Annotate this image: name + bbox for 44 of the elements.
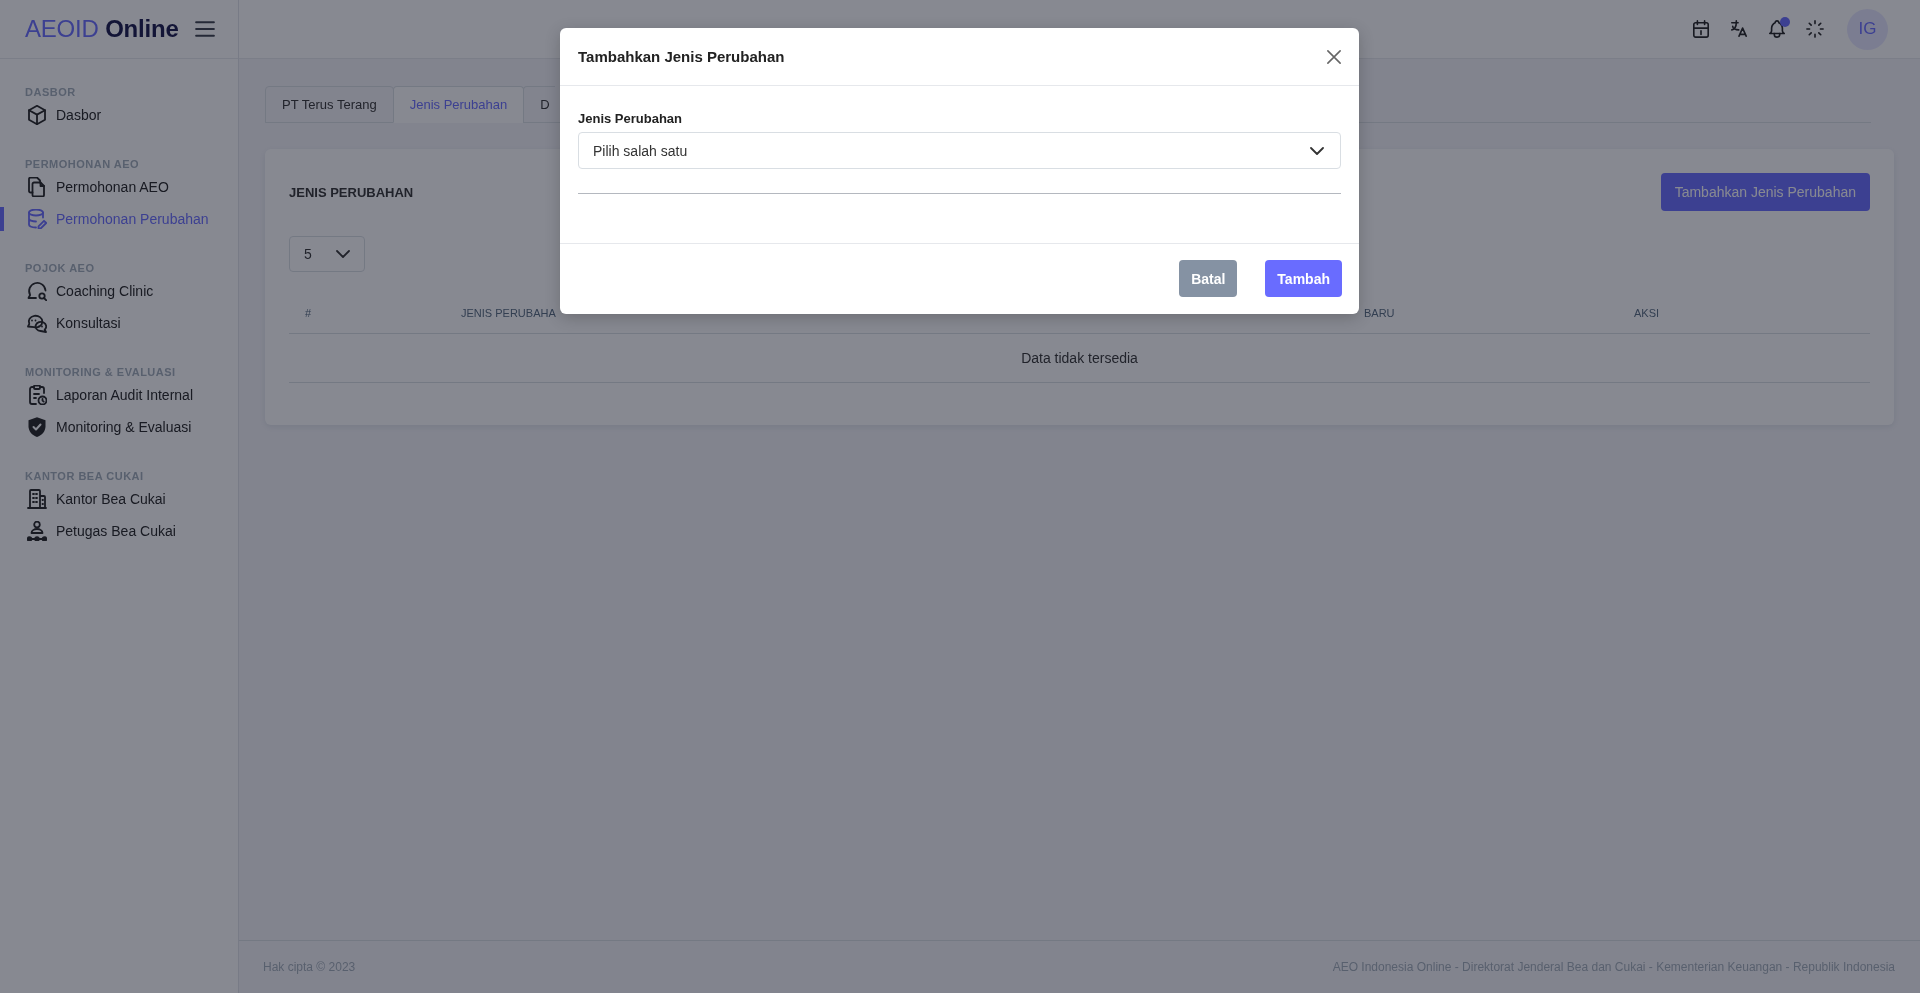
close-icon[interactable] <box>1327 49 1341 64</box>
page-size-select[interactable]: 5 <box>289 236 365 272</box>
menu-link[interactable]: Monitoring & Evaluasi <box>56 417 192 437</box>
menu-link[interactable]: Konsultasi <box>56 313 121 333</box>
menu-icon[interactable] <box>195 21 215 37</box>
add-button[interactable]: Tambahkan Jenis Perubahan <box>1660 173 1870 211</box>
menu-link[interactable]: Permohonan Perubahan <box>56 209 209 229</box>
menu-link[interactable]: Dasbor <box>56 105 102 125</box>
menu-link[interactable]: Laporan Audit Internal <box>56 385 193 405</box>
menu-link[interactable]: Permohonan AEO <box>56 177 169 197</box>
tab[interactable]: D <box>523 86 555 123</box>
translate-icon[interactable] <box>1730 20 1748 38</box>
chevron-down-icon <box>1310 146 1324 155</box>
shield-check-icon <box>27 417 47 437</box>
column-header: # <box>305 306 312 319</box>
menu-link[interactable]: Kantor Bea Cukai <box>56 489 166 509</box>
column-header: JENIS PERUBAHA <box>461 306 556 319</box>
menu-link[interactable]: Coaching Clinic <box>56 281 154 301</box>
database-edit-icon <box>27 209 47 229</box>
field-label: Jenis Perubahan <box>578 110 684 128</box>
chat-bubbles-icon <box>27 313 47 333</box>
building-icon <box>27 489 47 509</box>
cancel-button[interactable]: Batal <box>1179 260 1238 297</box>
submit-button[interactable]: Tambah <box>1265 260 1342 297</box>
clipboard-clock-icon <box>27 385 47 405</box>
files-icon <box>27 177 47 197</box>
chat-search-icon <box>27 281 47 301</box>
column-header: BARU <box>1364 306 1395 319</box>
bell-icon[interactable] <box>1768 20 1786 38</box>
empty-message: Data tidak tersedia <box>1021 350 1138 366</box>
modal-title: Tambahkan Jenis Perubahan <box>578 48 785 65</box>
column-header: AKSI <box>1634 306 1660 319</box>
menu-link[interactable]: Petugas Bea Cukai <box>56 521 176 541</box>
tab[interactable]: Jenis Perubahan <box>392 86 525 123</box>
calendar-icon[interactable] <box>1692 20 1710 38</box>
app-logo: AEOID Online <box>25 15 179 43</box>
cube-icon <box>27 105 47 125</box>
tab[interactable]: PT Terus Terang <box>265 86 394 123</box>
card-title: JENIS PERUBAHAN <box>289 184 414 200</box>
chevron-down-icon <box>336 250 350 258</box>
loader-icon[interactable] <box>1806 20 1824 38</box>
user-network-icon <box>27 521 47 541</box>
selection-bar <box>0 207 4 231</box>
jenis-perubahan-select[interactable]: Pilih salah satu <box>578 132 1341 169</box>
